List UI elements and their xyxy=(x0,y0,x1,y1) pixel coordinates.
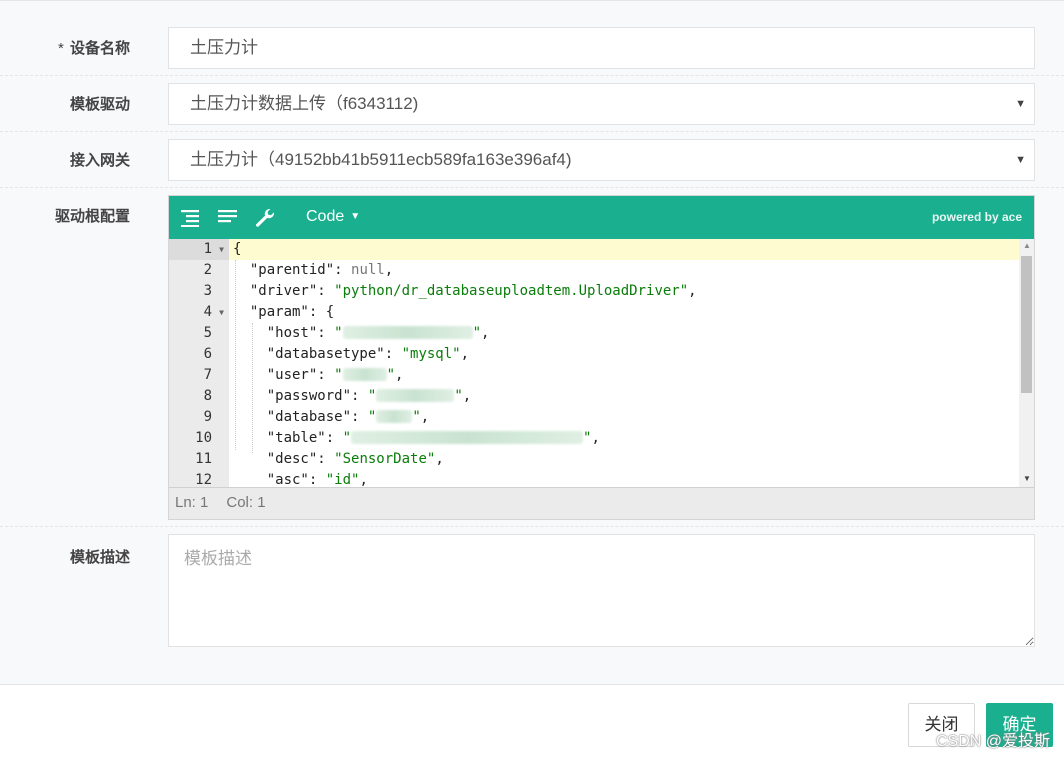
template-driver-row: 模板驱动 土压力计数据上传（f6343112) ▼ xyxy=(0,76,1064,132)
code-text-area[interactable]: { "parentid": null, "driver": "python/dr… xyxy=(229,239,1019,487)
editor-toolbar: Code ▼ powered by ace xyxy=(169,196,1034,239)
line-number: 4 ▼ xyxy=(169,302,229,323)
code-line: "password": " ", xyxy=(266,388,472,404)
redacted-value xyxy=(376,410,413,423)
scrollbar-thumb[interactable] xyxy=(1021,256,1032,393)
device-name-input[interactable]: 土压力计 xyxy=(168,27,1035,69)
gateway-select[interactable]: 土压力计（49152bb41b5911ecb589fa163e396af4) ▼ xyxy=(168,139,1035,181)
code-line: "host": " ", xyxy=(266,325,490,341)
driver-config-label: 驱动根配置 xyxy=(54,208,130,225)
code-line: { xyxy=(229,239,1019,260)
line-number: 2 xyxy=(203,262,212,278)
scroll-up-icon[interactable]: ▲ xyxy=(1023,241,1031,250)
required-mark: * xyxy=(57,40,64,57)
line-number: 12 xyxy=(195,472,212,487)
line-number: 6 xyxy=(203,346,212,362)
code-line: "user": " ", xyxy=(266,367,404,383)
code-line: "param": { xyxy=(249,304,335,320)
caret-down-icon: ▼ xyxy=(350,211,361,222)
code-line: "asc": "id", xyxy=(266,472,368,487)
device-name-label: * 设备名称 xyxy=(57,40,130,57)
code-line: "parentid": null, xyxy=(249,262,394,278)
redacted-value xyxy=(351,431,584,444)
code-line: "desc": "SensorDate", xyxy=(266,451,444,467)
dialog-footer: 关闭 确定 CSDN @爱投斯 xyxy=(0,684,1064,759)
line-number: 5 xyxy=(203,325,212,341)
fold-arrow-icon[interactable]: ▼ xyxy=(219,239,224,260)
editor-statusbar: Ln: 1 Col: 1 xyxy=(169,487,1034,519)
redacted-value xyxy=(342,326,473,339)
format-icon[interactable] xyxy=(179,207,201,227)
wrap-icon[interactable] xyxy=(216,207,238,227)
line-gutter: 1 ▼ 2 3 4 ▼ 5 6 7 8 9 10 11 12 xyxy=(169,239,229,487)
redacted-value xyxy=(376,389,455,402)
cursor-line: Ln: 1 xyxy=(175,494,209,511)
template-driver-select[interactable]: 土压力计数据上传（f6343112) ▼ xyxy=(168,83,1035,125)
line-number: 3 xyxy=(203,283,212,299)
gateway-label: 接入网关 xyxy=(69,152,130,169)
chevron-down-icon: ▼ xyxy=(1015,98,1026,110)
chevron-down-icon: ▼ xyxy=(1015,154,1026,166)
line-number: 1 ▼ xyxy=(169,239,229,260)
mode-dropdown[interactable]: Code ▼ xyxy=(306,208,360,226)
template-driver-label: 模板驱动 xyxy=(69,96,130,113)
template-desc-label: 模板描述 xyxy=(69,549,130,566)
code-line: "driver": "python/dr_databaseuploadtem.U… xyxy=(249,283,697,299)
line-number: 11 xyxy=(195,451,212,467)
template-desc-textarea[interactable] xyxy=(168,534,1035,647)
device-name-row: * 设备名称 土压力计 xyxy=(0,1,1064,76)
redacted-value xyxy=(342,368,387,381)
line-number: 7 xyxy=(203,367,212,383)
scroll-down-icon[interactable]: ▼ xyxy=(1023,474,1031,483)
cursor-column: Col: 1 xyxy=(226,494,266,511)
code-line: "database": " ", xyxy=(266,409,430,425)
fold-arrow-icon[interactable]: ▼ xyxy=(219,302,224,323)
line-number: 10 xyxy=(195,430,212,446)
watermark: CSDN @爱投斯 xyxy=(935,733,1050,750)
line-number: 8 xyxy=(203,388,212,404)
editor-scrollbar[interactable]: ▲ ▼ xyxy=(1019,239,1034,487)
code-line: "table": " ", xyxy=(266,430,600,446)
settings-icon[interactable] xyxy=(254,207,276,227)
gateway-row: 接入网关 土压力计（49152bb41b5911ecb589fa163e396a… xyxy=(0,132,1064,188)
device-form: * 设备名称 土压力计 模板驱动 土压力计数据上传（f6343112) ▼ 接入… xyxy=(0,0,1064,684)
code-editor[interactable]: Code ▼ powered by ace 1 ▼ 2 3 4 ▼ 5 6 7 8 9… xyxy=(168,195,1035,520)
powered-by-label: powered by ace xyxy=(931,210,1022,224)
line-number: 9 xyxy=(203,409,212,425)
code-line: "databasetype": "mysql", xyxy=(266,346,470,362)
